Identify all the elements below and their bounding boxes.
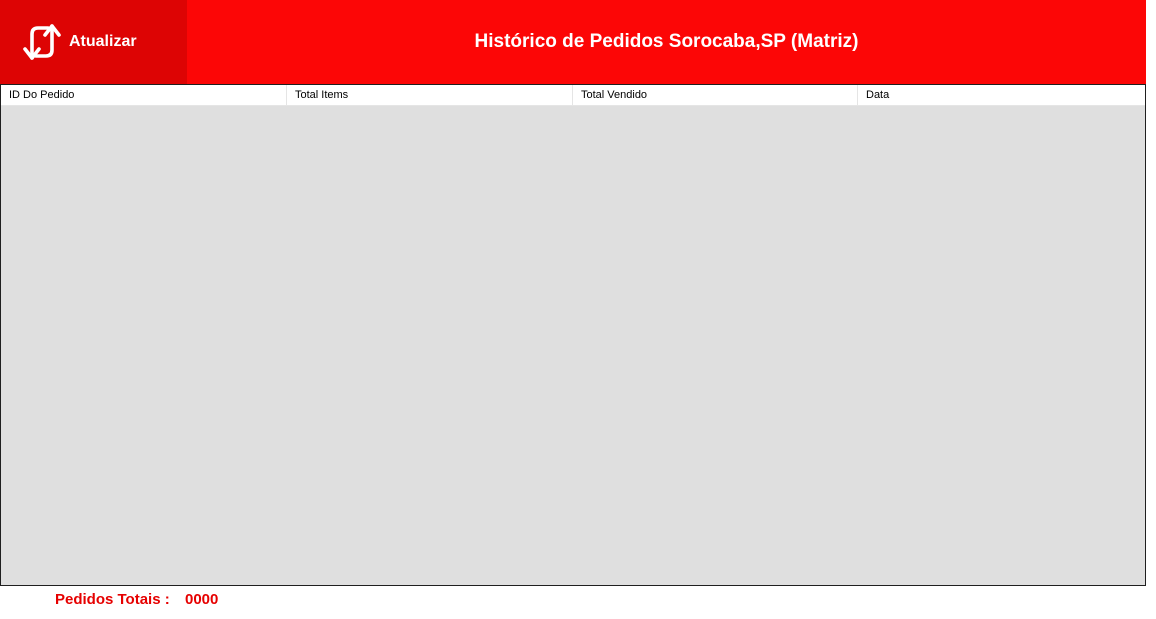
column-header-date[interactable]: Data <box>858 85 1145 105</box>
refresh-icon <box>23 24 61 60</box>
column-header-total-items[interactable]: Total Items <box>287 85 573 105</box>
orders-total-value: 0000 <box>185 591 219 608</box>
header-bar: Atualizar Histórico de Pedidos Sorocaba,… <box>0 0 1146 84</box>
column-header-order-id[interactable]: ID Do Pedido <box>1 85 287 105</box>
page-title: Histórico de Pedidos Sorocaba,SP (Matriz… <box>474 31 859 52</box>
orders-list-view[interactable]: ID Do Pedido Total Items Total Vendido D… <box>0 84 1146 586</box>
refresh-button[interactable]: Atualizar <box>0 0 187 84</box>
list-header: ID Do Pedido Total Items Total Vendido D… <box>1 85 1145 106</box>
orders-total-label: Pedidos Totais : <box>55 591 170 608</box>
refresh-label: Atualizar <box>69 33 137 50</box>
column-header-total-sold[interactable]: Total Vendido <box>573 85 858 105</box>
